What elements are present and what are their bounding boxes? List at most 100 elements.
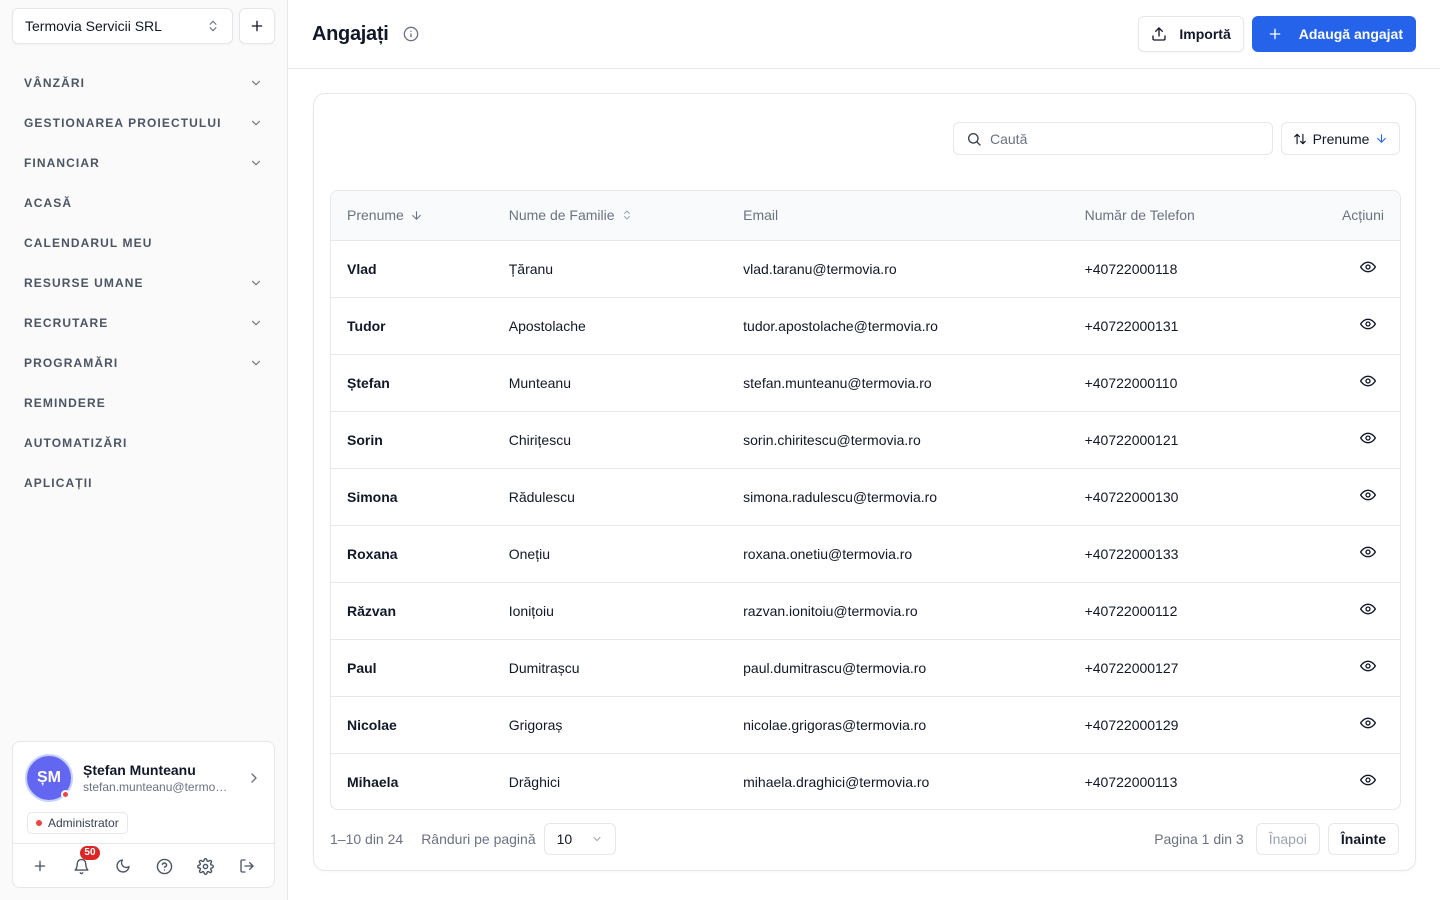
cell-phone: +40722000110: [1084, 374, 1178, 391]
table-header-row: Prenume Nume de Familie Email Număr de T…: [331, 191, 1400, 241]
chevrons-up-down-icon: [621, 209, 633, 221]
add-employee-button[interactable]: Adaugă angajat: [1251, 16, 1416, 52]
role-badge: Administrator: [27, 812, 128, 834]
cell-last-name: Munteanu: [508, 374, 572, 391]
sidebar-item-label: PROGRAMĂRI: [24, 356, 119, 370]
help-icon[interactable]: [154, 856, 174, 876]
sidebar-item-label: FINANCIAR: [24, 156, 100, 170]
table-row: Sorin Chirițescu sorin.chiritescu@termovia…: [331, 411, 1400, 468]
cell-last-name: Țăranu: [508, 260, 554, 277]
cell-first-name: Vlad: [347, 260, 377, 277]
pagination-footer: 1–10 din 24 Rânduri pe pagină 10 Pagina …: [330, 822, 1399, 855]
cell-actions: [1268, 297, 1400, 354]
sidebar-item[interactable]: RECRUTARE: [12, 303, 275, 343]
cell-first-name: Mihaela: [347, 773, 399, 790]
logout-icon[interactable]: [237, 856, 257, 876]
cell-email: simona.radulescu@termovia.ro: [743, 488, 938, 505]
cell-actions: [1268, 696, 1400, 753]
title-wrap: Angajați: [312, 23, 419, 46]
table-body: Vlad Țăranu vlad.taranu@termovia.ro +407220…: [331, 240, 1400, 809]
employees-table-wrap: Prenume Nume de Familie Email Număr de T…: [330, 190, 1401, 810]
sidebar-item[interactable]: CALENDARUL MEU: [12, 223, 275, 263]
sidebar-item[interactable]: APLICAȚII: [12, 463, 275, 503]
sidebar-item[interactable]: ACASĂ: [12, 183, 275, 223]
rows-per-page-select[interactable]: 10: [543, 822, 616, 855]
sidebar-item-label: ACASĂ: [24, 196, 73, 210]
column-label: Număr de Telefon: [1084, 207, 1195, 224]
cell-actions: [1268, 525, 1400, 582]
main-content: Angajați Importă Adaugă angajat Caută Pr…: [288, 0, 1440, 900]
sidebar: Termovia Servicii SRL VÂNZĂRI GESTIONAREA…: [0, 0, 288, 900]
cell-email: paul.dumitrascu@termovia.ro: [743, 659, 927, 676]
eye-icon[interactable]: [1360, 715, 1376, 731]
chevron-down-icon: [249, 156, 263, 170]
search-box[interactable]: [953, 122, 1273, 155]
org-switcher[interactable]: Termovia Servicii SRL: [12, 8, 233, 44]
next-page-button[interactable]: Înainte: [1327, 822, 1399, 855]
sidebar-item[interactable]: RESURSE UMANE: [12, 263, 275, 303]
table-row: Simona Rădulescu simona.radulescu@termovia…: [331, 468, 1400, 525]
eye-icon[interactable]: [1360, 601, 1376, 617]
page-info: Pagina 1 din 3: [1154, 830, 1244, 847]
eye-icon[interactable]: [1360, 430, 1376, 446]
plus-icon[interactable]: [30, 856, 50, 876]
cell-email: vlad.taranu@termovia.ro: [743, 260, 897, 277]
column-header-first-name[interactable]: Prenume: [331, 191, 493, 241]
cell-email: mihaela.draghici@termovia.ro: [743, 773, 930, 790]
eye-icon[interactable]: [1360, 658, 1376, 674]
chevron-right-icon: [246, 770, 262, 786]
chevron-down-icon: [249, 316, 263, 330]
sidebar-item[interactable]: REMINDERE: [12, 383, 275, 423]
bell-icon[interactable]: 50: [71, 846, 100, 876]
arrow-down-icon: [1375, 132, 1388, 145]
user-profile-button[interactable]: ȘM Ștefan Munteanu stefan.munteanu@termo…: [25, 754, 262, 802]
cell-phone: +40722000121: [1084, 431, 1179, 448]
header-actions: Importă Adaugă angajat: [1138, 16, 1416, 52]
app-root: Termovia Servicii SRL VÂNZĂRI GESTIONAREA…: [0, 0, 1440, 900]
cell-phone: +40722000131: [1084, 317, 1179, 334]
cell-phone: +40722000130: [1084, 488, 1179, 505]
pagination-left: 1–10 din 24 Rânduri pe pagină 10: [330, 822, 616, 855]
gear-icon[interactable]: [196, 856, 216, 876]
sidebar-nav: VÂNZĂRI GESTIONAREA PROIECTULUI FINANCIAR A…: [12, 63, 275, 503]
table-row: Tudor Apostolache tudor.apostolache@termov…: [331, 297, 1400, 354]
info-icon[interactable]: [403, 26, 419, 42]
moon-icon[interactable]: [113, 856, 133, 876]
column-header-last-name[interactable]: Nume de Familie: [492, 191, 728, 241]
sidebar-item-label: GESTIONAREA PROIECTULUI: [24, 116, 222, 130]
cell-actions: [1268, 468, 1400, 525]
sidebar-item[interactable]: VÂNZĂRI: [12, 63, 275, 103]
column-header-actions: Acțiuni: [1268, 191, 1400, 241]
eye-icon[interactable]: [1360, 259, 1376, 275]
cell-actions: [1268, 753, 1400, 809]
sidebar-item[interactable]: GESTIONAREA PROIECTULUI: [12, 103, 275, 143]
rows-per-page-label: Rânduri pe pagină: [421, 830, 536, 847]
eye-icon[interactable]: [1360, 373, 1376, 389]
previous-page-button[interactable]: Înapoi: [1255, 822, 1320, 855]
eye-icon[interactable]: [1360, 772, 1376, 788]
status-dot: [61, 790, 70, 799]
eye-icon[interactable]: [1360, 544, 1376, 560]
import-button[interactable]: Importă: [1138, 16, 1244, 52]
eye-icon[interactable]: [1360, 316, 1376, 332]
cell-first-name: Ștefan: [347, 374, 390, 391]
import-label: Importă: [1179, 26, 1231, 42]
search-icon: [966, 131, 982, 147]
cell-email: razvan.ionitoiu@termovia.ro: [743, 602, 918, 619]
cell-email: tudor.apostolache@termovia.ro: [743, 317, 938, 334]
eye-icon[interactable]: [1360, 487, 1376, 503]
chevron-down-icon: [249, 276, 263, 290]
sidebar-item[interactable]: FINANCIAR: [12, 143, 275, 183]
cell-email: sorin.chiritescu@termovia.ro: [743, 431, 921, 448]
add-org-button[interactable]: [239, 8, 275, 44]
role-dot: [36, 820, 42, 826]
chevron-down-icon: [249, 116, 263, 130]
table-row: Mihaela Drăghici mihaela.draghici@termovia…: [331, 753, 1400, 809]
cell-actions: [1268, 411, 1400, 468]
notification-count: 50: [80, 846, 100, 860]
sort-button[interactable]: Prenume: [1281, 122, 1400, 155]
sidebar-item[interactable]: PROGRAMĂRI: [12, 343, 275, 383]
user-card: ȘM Ștefan Munteanu stefan.munteanu@termo…: [12, 741, 275, 888]
search-input[interactable]: [990, 130, 1250, 147]
sidebar-item[interactable]: AUTOMATIZĂRI: [12, 423, 275, 463]
